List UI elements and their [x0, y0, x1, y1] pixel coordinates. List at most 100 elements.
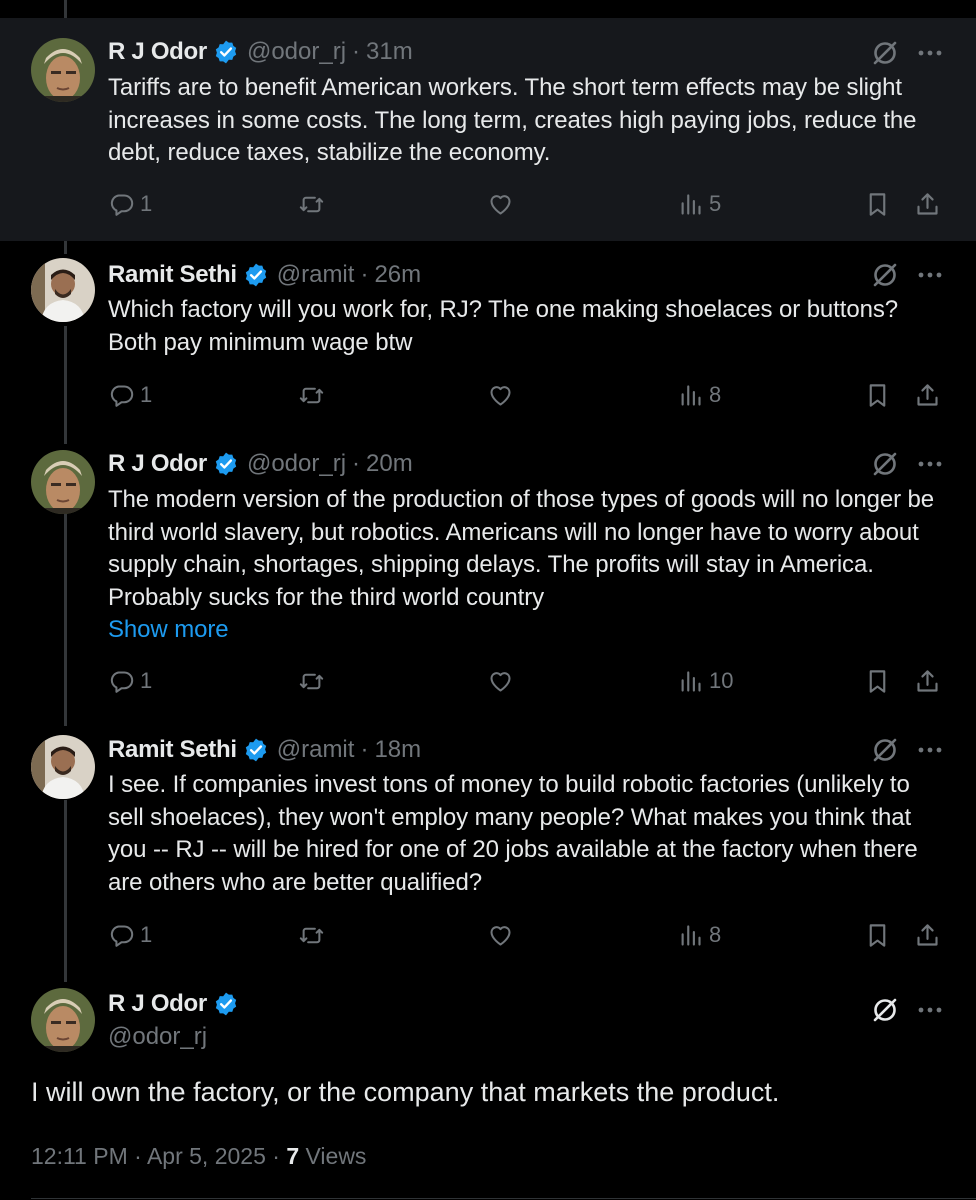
reply-button[interactable]: 1 [108, 189, 152, 219]
share-icon [917, 669, 938, 692]
timestamp[interactable]: 18m [374, 736, 421, 764]
avatar[interactable] [31, 258, 95, 322]
tweet-text: I see. If companies invest tons of money… [108, 771, 918, 896]
bookmark-button[interactable] [864, 189, 891, 219]
tweet-header: R J Odor @odor_rj · 31m [108, 37, 413, 67]
views-icon [681, 924, 701, 946]
more-options-icon[interactable] [916, 735, 944, 765]
share-button[interactable] [914, 666, 941, 696]
bookmark-icon [869, 383, 886, 407]
reply-icon [110, 193, 134, 216]
verified-badge-icon [245, 263, 266, 287]
reply-button[interactable]: 1 [108, 666, 152, 696]
tweet-date[interactable]: Apr 5, 2025 [147, 1143, 266, 1169]
views-count: 10 [709, 668, 734, 693]
share-button[interactable] [914, 189, 941, 219]
author-name[interactable]: Ramit Sethi [108, 736, 237, 764]
author-handle[interactable]: @ramit [277, 736, 355, 764]
views-button[interactable]: 5 [677, 189, 721, 219]
views-count: 8 [709, 922, 722, 947]
repost-button[interactable] [298, 189, 330, 219]
share-button[interactable] [914, 380, 941, 410]
separator-dot: · [360, 261, 369, 288]
tweet-actions: 1 10 [108, 666, 948, 696]
repost-icon [299, 196, 324, 212]
author-handle[interactable]: @odor_rj [247, 38, 346, 66]
author-name[interactable]: R J Odor [108, 990, 207, 1018]
grok-icon[interactable] [870, 38, 900, 68]
avatar[interactable] [31, 450, 95, 514]
repost-icon [299, 387, 324, 403]
views-count: 8 [709, 382, 722, 407]
bookmark-button[interactable] [864, 920, 891, 950]
views-button[interactable]: 8 [677, 380, 721, 410]
timestamp[interactable]: 20m [366, 450, 413, 478]
show-more-link[interactable]: Show more [108, 614, 948, 647]
repost-icon [299, 673, 324, 689]
more-options-icon[interactable] [916, 38, 944, 68]
views-button[interactable]: 8 [677, 920, 721, 950]
like-button[interactable] [487, 666, 519, 696]
tweet-actions: 1 8 [108, 380, 948, 410]
views-icon [681, 670, 701, 692]
separator-dot: · [352, 38, 361, 65]
like-button[interactable] [487, 920, 519, 950]
thread-tweet[interactable]: R J Odor @odor_rj · 31m Tariffs are to b… [0, 18, 976, 241]
timestamp[interactable]: 26m [374, 261, 421, 289]
reply-button[interactable]: 1 [108, 380, 152, 410]
verified-badge-icon [245, 738, 266, 762]
tweet-actions: 1 8 [108, 920, 948, 950]
avatar[interactable] [31, 735, 95, 799]
tweet-header: Ramit Sethi @ramit · 18m [108, 735, 421, 765]
separator-dot: · [360, 736, 369, 763]
reply-count: 1 [140, 922, 153, 947]
more-options-icon[interactable] [916, 449, 944, 479]
verified-badge-icon [215, 992, 237, 1016]
separator-dot: · [134, 1143, 142, 1169]
bookmark-icon [869, 923, 886, 947]
avatar[interactable] [31, 38, 95, 102]
author-name[interactable]: Ramit Sethi [108, 261, 237, 289]
main-tweet-handle-row: @odor_rj [108, 1022, 207, 1052]
author-name[interactable]: R J Odor [108, 450, 207, 478]
tweet-header: Ramit Sethi @ramit · 26m [108, 260, 421, 290]
repost-button[interactable] [298, 920, 330, 950]
bookmark-button[interactable] [864, 380, 891, 410]
tweet-header: R J Odor @odor_rj · 20m [108, 449, 413, 479]
author-handle[interactable]: @odor_rj [247, 450, 346, 478]
repost-button[interactable] [298, 666, 330, 696]
author-handle[interactable]: @ramit [277, 261, 355, 289]
like-button[interactable] [487, 380, 519, 410]
grok-icon[interactable] [870, 260, 900, 290]
thread-tweet[interactable]: R J Odor @odor_rj · 20m The modern versi… [0, 439, 976, 724]
reply-icon [110, 384, 134, 407]
views-button[interactable]: 10 [677, 666, 733, 696]
tweet-time[interactable]: 12:11 PM [31, 1143, 128, 1169]
reply-button[interactable]: 1 [108, 920, 152, 950]
like-button[interactable] [487, 189, 519, 219]
repost-button[interactable] [298, 380, 330, 410]
thread-tweet[interactable]: Ramit Sethi @ramit · 26m Which factory w… [0, 241, 976, 439]
tweet-text: The modern version of the production of … [108, 486, 935, 611]
avatar[interactable] [31, 988, 95, 1052]
timestamp[interactable]: 31m [366, 38, 413, 66]
more-options-icon[interactable] [916, 260, 944, 290]
views-count: 5 [709, 191, 722, 216]
main-tweet: R J Odor @odor_rj I will own the factory… [0, 980, 976, 1200]
grok-icon[interactable] [870, 995, 900, 1025]
grok-icon[interactable] [870, 735, 900, 765]
views-count: 7 [286, 1143, 300, 1169]
tweet-text: Tariffs are to benefit American workers.… [108, 74, 917, 166]
views-icon [681, 384, 701, 406]
heart-icon [490, 385, 511, 406]
author-name[interactable]: R J Odor [108, 38, 207, 66]
reply-icon [110, 924, 134, 947]
author-handle[interactable]: @odor_rj [108, 1023, 207, 1051]
bookmark-button[interactable] [864, 666, 891, 696]
grok-icon[interactable] [870, 449, 900, 479]
main-tweet-text: I will own the factory, or the company t… [31, 1077, 780, 1107]
thread-tweet[interactable]: Ramit Sethi @ramit · 18m I see. If compa… [0, 724, 976, 980]
separator-dot: · [352, 450, 361, 477]
share-button[interactable] [914, 920, 941, 950]
more-options-icon[interactable] [916, 995, 944, 1025]
